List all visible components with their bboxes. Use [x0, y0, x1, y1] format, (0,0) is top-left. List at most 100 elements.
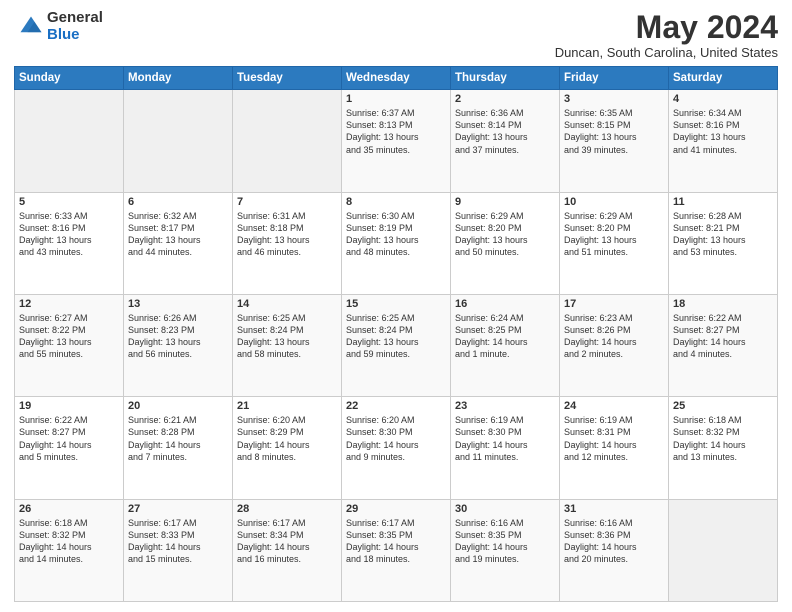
- month-title: May 2024: [555, 10, 778, 45]
- calendar-day-cell: 30 Sunrise: 6:16 AM Sunset: 8:35 PM Dayli…: [451, 499, 560, 601]
- calendar-day-cell: 1Sunrise: 6:37 AM Sunset: 8:13 PM Daylig…: [342, 90, 451, 192]
- day-number: 25: [673, 400, 773, 412]
- day-info: Sunrise: 6:22 AM Sunset: 8:27 PM Dayligh…: [673, 312, 773, 361]
- day-info: Sunrise: 6:20 AM Sunset: 8:29 PM Dayligh…: [237, 414, 337, 463]
- day-number: 31: [564, 503, 664, 515]
- day-number: 2: [455, 93, 555, 105]
- day-info: Sunrise: 6:19 AM Sunset: 8:31 PM Dayligh…: [564, 414, 664, 463]
- calendar-day-cell: 24 Sunrise: 6:19 AM Sunset: 8:31 PM Dayli…: [560, 397, 669, 499]
- calendar-day-cell: 22 Sunrise: 6:20 AM Sunset: 8:30 PM Dayli…: [342, 397, 451, 499]
- calendar-day-cell: [124, 90, 233, 192]
- day-info: Sunrise: 6:33 AM Sunset: 8:16 PM Dayligh…: [19, 210, 119, 259]
- calendar-day-cell: 11 Sunrise: 6:28 AM Sunset: 8:21 PM Dayli…: [669, 192, 778, 294]
- day-info: Sunrise: 6:16 AM Sunset: 8:36 PM Dayligh…: [564, 517, 664, 566]
- day-number: 10: [564, 196, 664, 208]
- calendar-day-cell: 12 Sunrise: 6:27 AM Sunset: 8:22 PM Dayli…: [15, 294, 124, 396]
- day-info: Sunrise: 6:23 AM Sunset: 8:26 PM Dayligh…: [564, 312, 664, 361]
- col-friday: Friday: [560, 67, 669, 90]
- calendar-week-row: 5 Sunrise: 6:33 AM Sunset: 8:16 PM Daylig…: [15, 192, 778, 294]
- calendar-body: 1Sunrise: 6:37 AM Sunset: 8:13 PM Daylig…: [15, 90, 778, 602]
- calendar-day-cell: [233, 90, 342, 192]
- calendar-table: Sunday Monday Tuesday Wednesday Thursday…: [14, 66, 778, 602]
- calendar-day-cell: 5 Sunrise: 6:33 AM Sunset: 8:16 PM Daylig…: [15, 192, 124, 294]
- day-info: Sunrise: 6:18 AM Sunset: 8:32 PM Dayligh…: [19, 517, 119, 566]
- day-number: 29: [346, 503, 446, 515]
- day-number: 3: [564, 93, 664, 105]
- col-wednesday: Wednesday: [342, 67, 451, 90]
- day-number: 5: [19, 196, 119, 208]
- calendar-day-cell: 15Sunrise: 6:25 AM Sunset: 8:24 PM Dayli…: [342, 294, 451, 396]
- calendar-header-row: Sunday Monday Tuesday Wednesday Thursday…: [15, 67, 778, 90]
- col-tuesday: Tuesday: [233, 67, 342, 90]
- logo-blue-label: Blue: [47, 27, 103, 44]
- day-info: Sunrise: 6:17 AM Sunset: 8:33 PM Dayligh…: [128, 517, 228, 566]
- day-info: Sunrise: 6:31 AM Sunset: 8:18 PM Dayligh…: [237, 210, 337, 259]
- calendar-day-cell: 8 Sunrise: 6:30 AM Sunset: 8:19 PM Daylig…: [342, 192, 451, 294]
- day-number: 14: [237, 298, 337, 310]
- day-info: Sunrise: 6:26 AM Sunset: 8:23 PM Dayligh…: [128, 312, 228, 361]
- location-label: Duncan, South Carolina, United States: [555, 45, 778, 60]
- day-info: Sunrise: 6:27 AM Sunset: 8:22 PM Dayligh…: [19, 312, 119, 361]
- calendar-day-cell: 14 Sunrise: 6:25 AM Sunset: 8:24 PM Dayli…: [233, 294, 342, 396]
- calendar-day-cell: 17Sunrise: 6:23 AM Sunset: 8:26 PM Dayli…: [560, 294, 669, 396]
- day-number: 6: [128, 196, 228, 208]
- calendar-week-row: 19Sunrise: 6:22 AM Sunset: 8:27 PM Dayli…: [15, 397, 778, 499]
- calendar-week-row: 26 Sunrise: 6:18 AM Sunset: 8:32 PM Dayli…: [15, 499, 778, 601]
- logo-general-label: General: [47, 10, 103, 27]
- col-saturday: Saturday: [669, 67, 778, 90]
- day-number: 28: [237, 503, 337, 515]
- calendar-day-cell: 31 Sunrise: 6:16 AM Sunset: 8:36 PM Dayli…: [560, 499, 669, 601]
- day-info: Sunrise: 6:37 AM Sunset: 8:13 PM Dayligh…: [346, 107, 446, 156]
- day-info: Sunrise: 6:22 AM Sunset: 8:27 PM Dayligh…: [19, 414, 119, 463]
- calendar-day-cell: 21 Sunrise: 6:20 AM Sunset: 8:29 PM Dayli…: [233, 397, 342, 499]
- calendar-day-cell: 16Sunrise: 6:24 AM Sunset: 8:25 PM Dayli…: [451, 294, 560, 396]
- calendar-week-row: 12 Sunrise: 6:27 AM Sunset: 8:22 PM Dayli…: [15, 294, 778, 396]
- day-info: Sunrise: 6:25 AM Sunset: 8:24 PM Dayligh…: [346, 312, 446, 361]
- day-info: Sunrise: 6:35 AM Sunset: 8:15 PM Dayligh…: [564, 107, 664, 156]
- calendar-day-cell: 9 Sunrise: 6:29 AM Sunset: 8:20 PM Daylig…: [451, 192, 560, 294]
- col-sunday: Sunday: [15, 67, 124, 90]
- day-info: Sunrise: 6:34 AM Sunset: 8:16 PM Dayligh…: [673, 107, 773, 156]
- calendar-week-row: 1Sunrise: 6:37 AM Sunset: 8:13 PM Daylig…: [15, 90, 778, 192]
- day-number: 4: [673, 93, 773, 105]
- calendar-day-cell: 3 Sunrise: 6:35 AM Sunset: 8:15 PM Daylig…: [560, 90, 669, 192]
- day-number: 16: [455, 298, 555, 310]
- calendar-day-cell: [15, 90, 124, 192]
- header-right: May 2024 Duncan, South Carolina, United …: [555, 10, 778, 60]
- day-number: 21: [237, 400, 337, 412]
- calendar-day-cell: 6 Sunrise: 6:32 AM Sunset: 8:17 PM Daylig…: [124, 192, 233, 294]
- calendar-day-cell: 19Sunrise: 6:22 AM Sunset: 8:27 PM Dayli…: [15, 397, 124, 499]
- day-number: 12: [19, 298, 119, 310]
- day-number: 27: [128, 503, 228, 515]
- logo-icon: [17, 13, 45, 41]
- day-number: 18: [673, 298, 773, 310]
- col-thursday: Thursday: [451, 67, 560, 90]
- calendar-day-cell: [669, 499, 778, 601]
- day-number: 23: [455, 400, 555, 412]
- day-number: 7: [237, 196, 337, 208]
- day-info: Sunrise: 6:36 AM Sunset: 8:14 PM Dayligh…: [455, 107, 555, 156]
- day-number: 30: [455, 503, 555, 515]
- day-info: Sunrise: 6:21 AM Sunset: 8:28 PM Dayligh…: [128, 414, 228, 463]
- day-number: 22: [346, 400, 446, 412]
- calendar-day-cell: 13Sunrise: 6:26 AM Sunset: 8:23 PM Dayli…: [124, 294, 233, 396]
- page: General Blue May 2024 Duncan, South Caro…: [0, 0, 792, 612]
- calendar-day-cell: 27 Sunrise: 6:17 AM Sunset: 8:33 PM Dayli…: [124, 499, 233, 601]
- day-number: 24: [564, 400, 664, 412]
- day-number: 26: [19, 503, 119, 515]
- day-info: Sunrise: 6:25 AM Sunset: 8:24 PM Dayligh…: [237, 312, 337, 361]
- day-info: Sunrise: 6:28 AM Sunset: 8:21 PM Dayligh…: [673, 210, 773, 259]
- day-info: Sunrise: 6:30 AM Sunset: 8:19 PM Dayligh…: [346, 210, 446, 259]
- day-number: 11: [673, 196, 773, 208]
- calendar-day-cell: 18 Sunrise: 6:22 AM Sunset: 8:27 PM Dayli…: [669, 294, 778, 396]
- day-number: 8: [346, 196, 446, 208]
- day-info: Sunrise: 6:29 AM Sunset: 8:20 PM Dayligh…: [455, 210, 555, 259]
- calendar-day-cell: 28Sunrise: 6:17 AM Sunset: 8:34 PM Dayli…: [233, 499, 342, 601]
- day-info: Sunrise: 6:20 AM Sunset: 8:30 PM Dayligh…: [346, 414, 446, 463]
- calendar-day-cell: 26 Sunrise: 6:18 AM Sunset: 8:32 PM Dayli…: [15, 499, 124, 601]
- logo: General Blue: [14, 10, 103, 43]
- day-info: Sunrise: 6:29 AM Sunset: 8:20 PM Dayligh…: [564, 210, 664, 259]
- day-info: Sunrise: 6:32 AM Sunset: 8:17 PM Dayligh…: [128, 210, 228, 259]
- day-number: 9: [455, 196, 555, 208]
- day-info: Sunrise: 6:16 AM Sunset: 8:35 PM Dayligh…: [455, 517, 555, 566]
